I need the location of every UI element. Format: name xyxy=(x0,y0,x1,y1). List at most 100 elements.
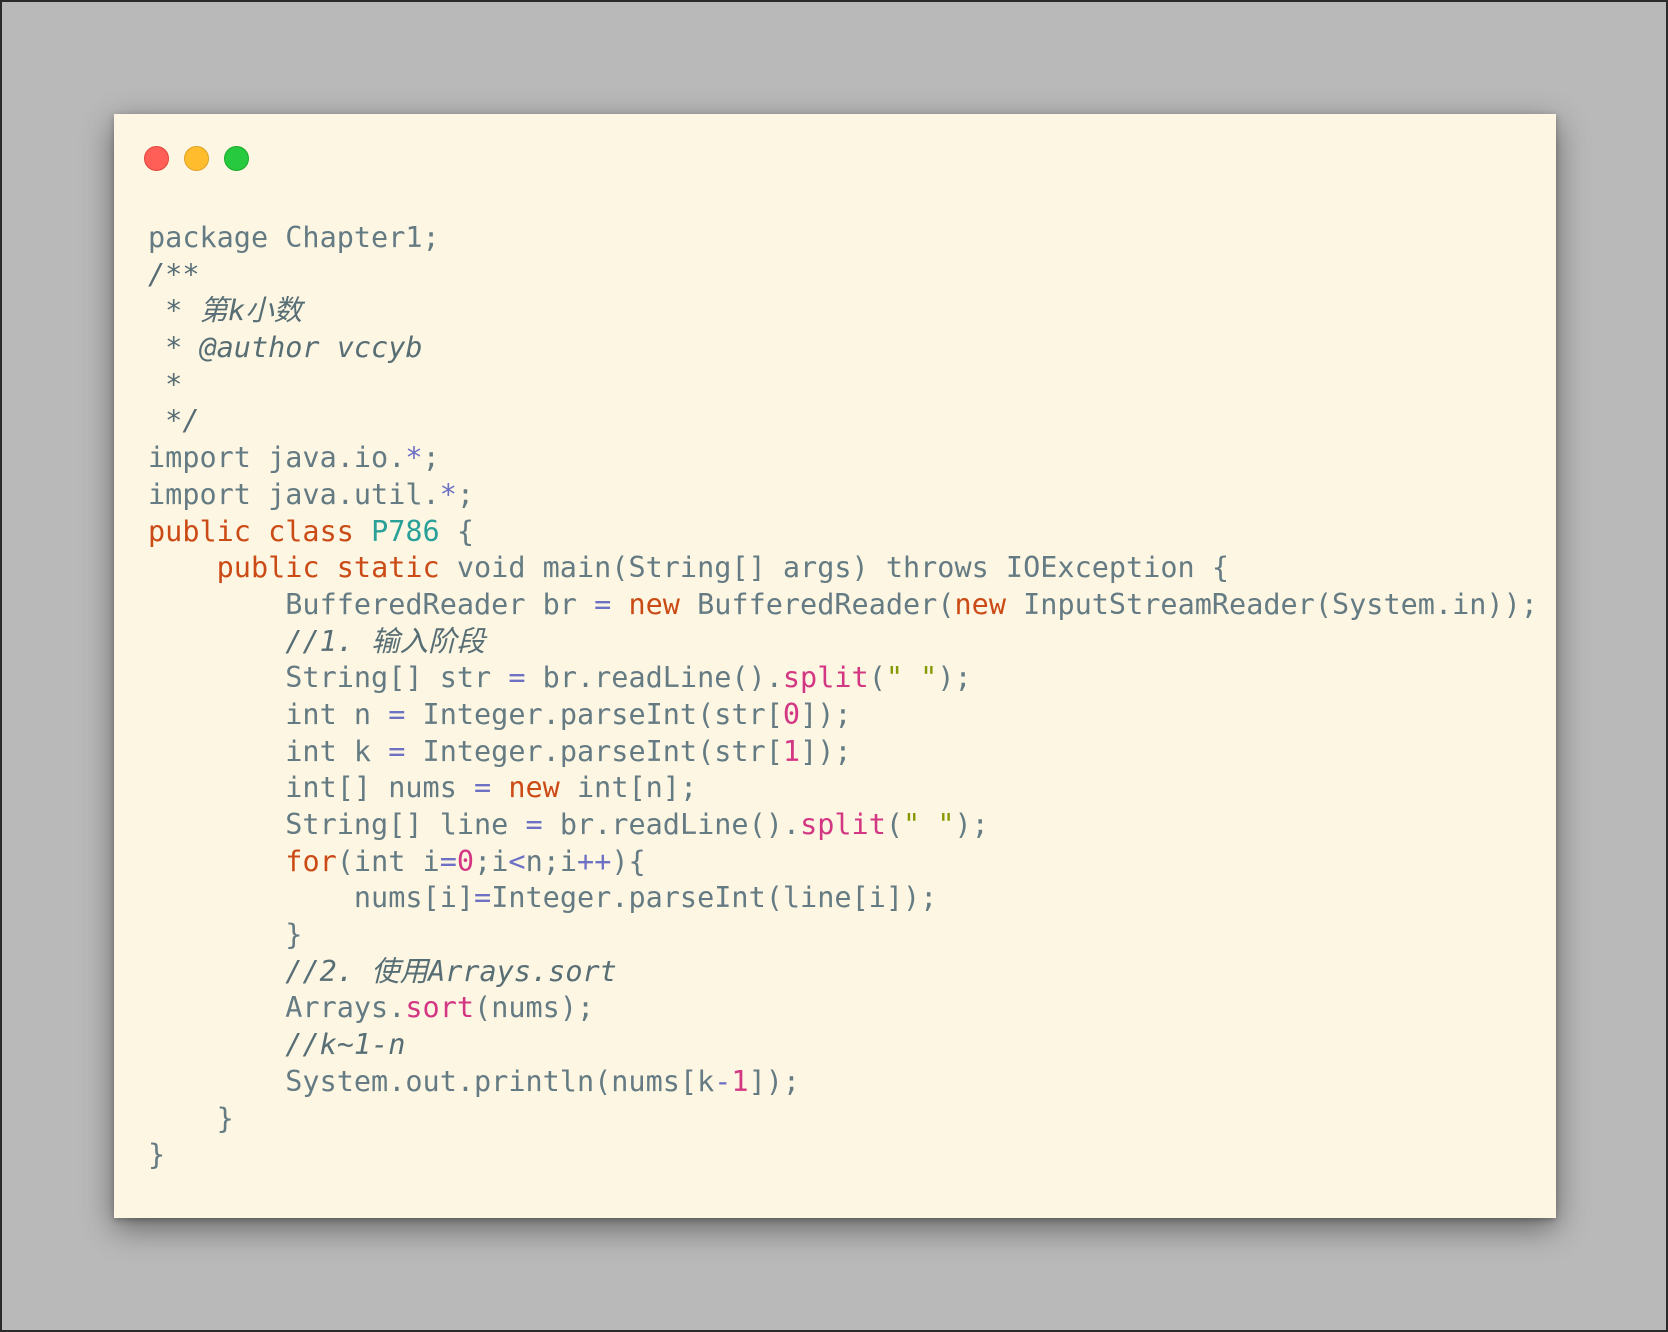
code-token: public class xyxy=(148,514,372,548)
code-token: * xyxy=(405,441,423,475)
code-line: String[] str = br.readLine().split(" "); xyxy=(148,660,1538,697)
code-token: ]); xyxy=(800,734,852,768)
code-line: } xyxy=(148,1137,1538,1174)
code-token: ( xyxy=(868,661,886,695)
code-token: * @author vccyb xyxy=(148,331,423,365)
code-token: new xyxy=(628,587,680,621)
code-token: ); xyxy=(937,661,972,695)
code-token: { xyxy=(439,514,475,548)
code-line: System.out.println(nums[k-1]); xyxy=(148,1064,1538,1101)
code-token: 1 xyxy=(731,1064,749,1098)
code-token: for xyxy=(285,844,337,878)
code-line: * 第k小数 xyxy=(148,293,1538,330)
code-token: BufferedReader( xyxy=(679,587,955,621)
code-token: " " xyxy=(903,808,955,841)
code-token: ++ xyxy=(577,844,612,878)
code-token: new xyxy=(954,587,1006,621)
code-token: package Chapter1; xyxy=(148,221,440,254)
code-token: = xyxy=(594,587,612,621)
code-token: int[] nums xyxy=(148,771,475,805)
code-line: /** xyxy=(148,257,1538,294)
code-line: nums[i]=Integer.parseInt(line[i]); xyxy=(148,880,1538,917)
code-token: } xyxy=(148,1138,166,1172)
code-token: (nums); xyxy=(474,991,595,1025)
code-token: BufferedReader br xyxy=(148,587,595,621)
code-token: System.out.println(nums[k xyxy=(148,1064,715,1098)
code-token: public static xyxy=(216,551,440,585)
code-line: //k~1-n xyxy=(148,1027,1538,1064)
code-token: Integer.parseInt(str[ xyxy=(405,697,783,731)
code-token: = xyxy=(525,808,543,841)
maximize-button[interactable] xyxy=(224,146,249,171)
code-line: public static void main(String[] args) t… xyxy=(148,550,1538,587)
code-token: < xyxy=(508,844,526,878)
code-token: ; xyxy=(422,441,440,475)
code-token: String[] str xyxy=(148,661,509,695)
code-line: * xyxy=(148,367,1538,404)
code-token: import java.util. xyxy=(148,477,440,511)
code-block: package Chapter1;/** * 第k小数 * @author vc… xyxy=(148,220,1538,1174)
code-line: } xyxy=(148,1101,1538,1138)
code-token: = xyxy=(474,881,492,915)
code-token: = xyxy=(388,697,406,731)
code-line: BufferedReader br = new BufferedReader(n… xyxy=(148,587,1538,624)
code-line: int[] nums = new int[n]; xyxy=(148,770,1538,807)
code-token: Integer.parseInt(line[i]); xyxy=(491,881,938,915)
code-token: br.readLine(). xyxy=(542,808,801,841)
code-token: Arrays. xyxy=(148,991,406,1025)
code-token: Integer.parseInt(str[ xyxy=(405,734,783,768)
code-line: for(int i=0;i<n;i++){ xyxy=(148,844,1538,881)
code-line: package Chapter1; xyxy=(148,220,1538,257)
code-token: /** xyxy=(148,257,200,291)
code-line: public class P786 { xyxy=(148,514,1538,551)
code-token: String[] line xyxy=(148,808,526,841)
code-token: ; xyxy=(456,477,475,511)
code-token: split xyxy=(800,808,886,841)
code-line: */ xyxy=(148,403,1538,440)
code-token: n;i xyxy=(525,844,578,878)
code-token: ]); xyxy=(800,697,852,731)
code-token: //1. 输入阶段 xyxy=(285,624,486,658)
code-token: = xyxy=(508,661,526,695)
code-window: package Chapter1;/** * 第k小数 * @author vc… xyxy=(114,114,1556,1218)
code-token: = xyxy=(439,844,457,878)
code-line: int k = Integer.parseInt(str[1]); xyxy=(148,734,1538,771)
code-token: " " xyxy=(885,661,938,695)
code-token: * xyxy=(148,367,183,401)
code-token: 0 xyxy=(782,697,801,731)
minimize-button[interactable] xyxy=(184,146,209,171)
code-token: int k xyxy=(148,734,389,768)
code-token: split xyxy=(782,661,869,695)
code-line: * @author vccyb xyxy=(148,330,1538,367)
code-token: //2. 使用Arrays.sort xyxy=(285,954,617,988)
code-token: int[n]; xyxy=(559,771,698,805)
code-token: ( xyxy=(885,808,904,841)
code-token: P786 xyxy=(371,514,440,548)
code-token: 0 xyxy=(456,844,475,878)
code-token: sort xyxy=(405,991,475,1025)
code-token: nums[i] xyxy=(148,881,475,915)
code-line: //1. 输入阶段 xyxy=(148,624,1538,661)
code-token: ;i xyxy=(474,844,509,878)
code-token: - xyxy=(714,1064,732,1098)
code-token: ]); xyxy=(748,1064,801,1098)
code-token: = xyxy=(474,771,492,805)
code-token: int n xyxy=(148,697,389,731)
code-line: import java.util.*; xyxy=(148,477,1538,514)
code-token: (int i xyxy=(336,844,440,878)
code-token: } xyxy=(148,918,303,952)
code-token: ){ xyxy=(611,844,646,878)
code-token: */ xyxy=(148,404,200,438)
code-token: new xyxy=(508,771,560,805)
code-line: import java.io.*; xyxy=(148,440,1538,477)
code-token: //k~1-n xyxy=(285,1028,406,1062)
close-button[interactable] xyxy=(144,146,169,171)
code-line: int n = Integer.parseInt(str[0]); xyxy=(148,697,1538,734)
code-line: } xyxy=(148,917,1538,954)
